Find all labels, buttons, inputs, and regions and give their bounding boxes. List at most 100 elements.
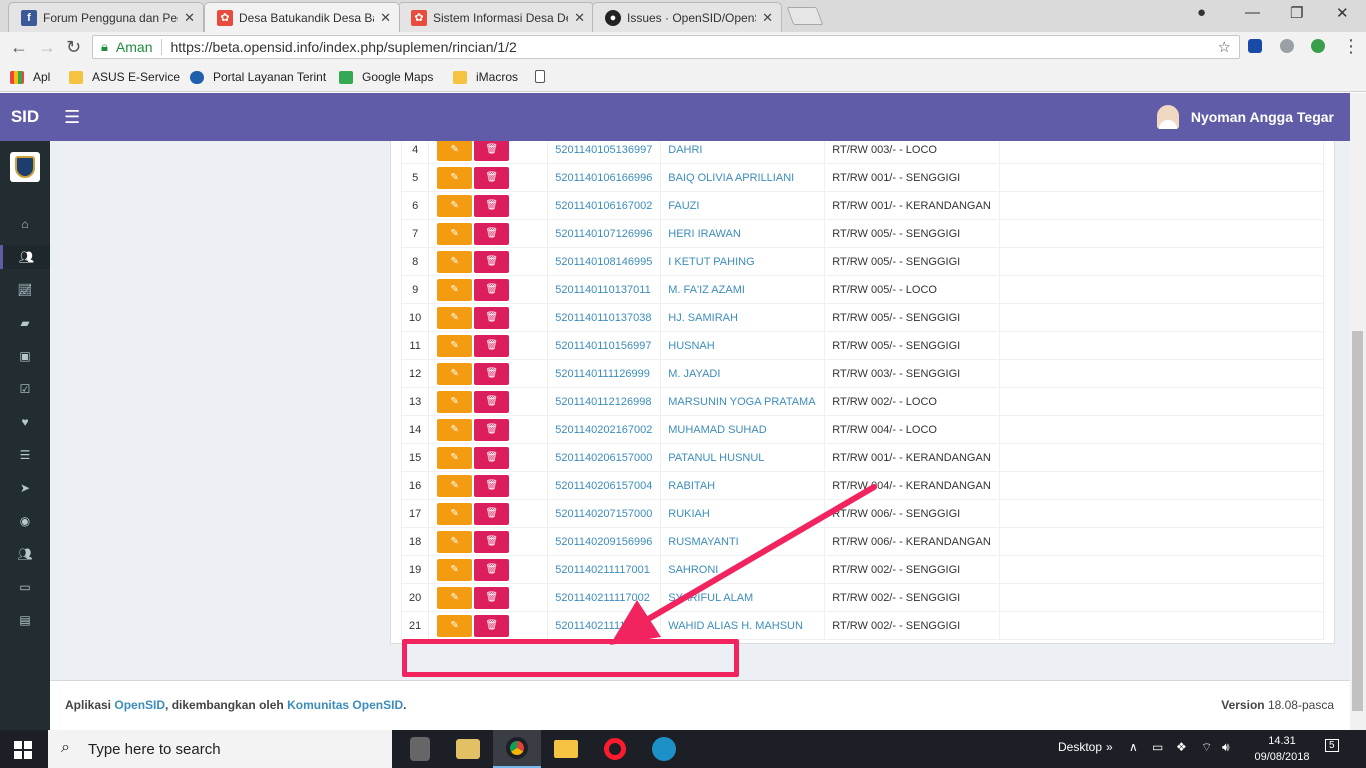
chart-icon[interactable]: 📈︎ — [0, 278, 50, 302]
forward-icon[interactable]: → — [38, 37, 56, 57]
chevron-icon[interactable]: » — [1106, 740, 1113, 754]
nik-link[interactable]: 5201140112126998 — [547, 387, 662, 416]
bookmark-imacros[interactable]: iMacros — [453, 70, 518, 84]
minimize-icon[interactable]: — — [1245, 4, 1260, 21]
edit-button[interactable]: ✎ — [437, 334, 473, 357]
nik-link[interactable]: 5201140211117001 — [547, 555, 662, 584]
desktop-toolbar-label[interactable]: Desktop — [1058, 740, 1102, 754]
delete-button[interactable]: 🗑︎ — [474, 446, 510, 469]
url-input[interactable]: 🔒︎ Aman https://beta.opensid.info/index.… — [92, 35, 1240, 59]
edit-button[interactable]: ✎ — [437, 418, 473, 441]
nik-link[interactable]: 5201140106167002 — [547, 191, 662, 220]
home-icon[interactable]: ⌂ — [0, 212, 50, 236]
name-link[interactable]: DAHRI — [660, 141, 826, 164]
nik-link[interactable]: 5201140211117003 — [547, 611, 662, 640]
back-icon[interactable]: ← — [10, 37, 28, 57]
nik-link[interactable]: 5201140202167002 — [547, 415, 662, 444]
delete-button[interactable]: 🗑︎ — [474, 141, 510, 161]
maximize-icon[interactable]: ❐ — [1290, 4, 1303, 22]
opensid-link[interactable]: OpenSID — [114, 698, 165, 712]
name-link[interactable]: BAIQ OLIVIA APRILLIANI — [660, 163, 826, 192]
edit-button[interactable]: ✎ — [437, 250, 473, 273]
name-link[interactable]: RUSMAYANTI — [660, 527, 826, 556]
delete-button[interactable]: 🗑︎ — [474, 166, 510, 189]
delete-button[interactable]: 🗑︎ — [474, 222, 510, 245]
archive-icon[interactable]: ▣ — [0, 344, 50, 368]
nik-link[interactable]: 5201140110137011 — [547, 275, 662, 304]
edit-button[interactable]: ✎ — [437, 390, 473, 413]
battery-icon[interactable]: ▭ — [1152, 740, 1163, 754]
delete-button[interactable]: 🗑︎ — [474, 558, 510, 581]
edit-button[interactable]: ✎ — [437, 446, 473, 469]
taskbar-search-input[interactable]: ⌕ Type here to search — [48, 730, 392, 768]
taskbar-app-network[interactable] — [640, 730, 688, 768]
tab-forum[interactable]: f Forum Pengguna dan Peg ✕ — [8, 2, 204, 32]
delete-button[interactable]: 🗑︎ — [474, 362, 510, 385]
nik-link[interactable]: 5201140106166996 — [547, 163, 662, 192]
inbox-icon[interactable]: ▤ — [0, 608, 50, 632]
edit-button[interactable]: ✎ — [437, 614, 473, 637]
signpost-icon[interactable]: ☰ — [0, 443, 50, 467]
taskbar-app-chrome[interactable] — [493, 730, 541, 768]
users-icon[interactable]: 👥︎ — [0, 245, 50, 269]
reload-icon[interactable]: ↻ — [66, 37, 81, 57]
name-link[interactable]: FAUZI — [660, 191, 826, 220]
nik-link[interactable]: 5201140207157000 — [547, 499, 662, 528]
name-link[interactable]: HERI IRAWAN — [660, 219, 826, 248]
profile-icon[interactable]: ● — [1197, 4, 1206, 21]
tab-github-issues[interactable]: ● Issues · OpenSID/OpenSI ✕ — [592, 2, 782, 32]
edit-button[interactable]: ✎ — [437, 278, 473, 301]
taskbar-app-file-explorer[interactable] — [542, 730, 590, 768]
nik-link[interactable]: 5201140206157000 — [547, 443, 662, 472]
notification-icon[interactable]: 5 — [1325, 739, 1339, 752]
delete-button[interactable]: 🗑︎ — [474, 194, 510, 217]
name-link[interactable]: M. FA'IZ AZAMI — [660, 275, 826, 304]
nik-link[interactable]: 5201140209156996 — [547, 527, 662, 556]
nik-link[interactable]: 5201140107126996 — [547, 219, 662, 248]
delete-button[interactable]: 🗑︎ — [474, 530, 510, 553]
edit-button[interactable]: ✎ — [437, 194, 473, 217]
taskbar-app-explorer-image[interactable] — [444, 730, 492, 768]
taskbar-app-opera[interactable] — [591, 730, 639, 768]
new-tab-button[interactable] — [786, 7, 824, 25]
scrollbar-thumb[interactable] — [1352, 331, 1363, 711]
name-link[interactable]: SYARIFUL ALAM — [660, 583, 826, 612]
close-icon[interactable]: ✕ — [184, 10, 195, 26]
user-menu[interactable]: Nyoman Angga Tegar — [1156, 105, 1334, 129]
globe-icon[interactable]: ◉ — [0, 509, 50, 533]
bookmark-apps[interactable]: Apl — [10, 70, 50, 84]
edit-button[interactable]: ✎ — [437, 586, 473, 609]
close-icon[interactable]: ✕ — [762, 10, 773, 26]
edit-button[interactable]: ✎ — [437, 558, 473, 581]
nik-link[interactable]: 5201140110137038 — [547, 303, 662, 332]
name-link[interactable]: MUHAMAD SUHAD — [660, 415, 826, 444]
nik-link[interactable]: 5201140211117002 — [547, 583, 662, 612]
delete-button[interactable]: 🗑︎ — [474, 334, 510, 357]
bookmark-page[interactable] — [535, 70, 554, 83]
desktop-icon[interactable]: ▭ — [0, 575, 50, 599]
edit-button[interactable]: ✎ — [437, 474, 473, 497]
edit-button[interactable]: ✎ — [437, 530, 473, 553]
bookmark-star-icon[interactable]: ☆ — [1218, 38, 1231, 56]
taskbar-clock[interactable]: 14.31 09/08/2018 — [1252, 733, 1312, 765]
tab-desa-batukandik[interactable]: ✿ Desa Batukandik Desa Ba ✕ — [204, 2, 400, 32]
name-link[interactable]: RABITAH — [660, 471, 826, 500]
checkbox-icon[interactable]: ☑ — [0, 377, 50, 401]
name-link[interactable]: HUSNAH — [660, 331, 826, 360]
delete-button[interactable]: 🗑︎ — [474, 418, 510, 441]
menu-dots-icon[interactable]: ⋮ — [1342, 36, 1360, 56]
bookmark-portal[interactable]: Portal Layanan Terint — [190, 70, 326, 84]
bookmark-extension-icon[interactable] — [1248, 39, 1262, 53]
edit-button[interactable]: ✎ — [437, 166, 473, 189]
delete-button[interactable]: 🗑︎ — [474, 390, 510, 413]
send-icon[interactable]: ➤ — [0, 476, 50, 500]
delete-button[interactable]: 🗑︎ — [474, 250, 510, 273]
heart-icon[interactable]: ♥ — [0, 410, 50, 434]
bookmark-asus[interactable]: ASUS E-Service — [69, 70, 180, 84]
edit-button[interactable]: ✎ — [437, 502, 473, 525]
tab-sistem-informasi[interactable]: ✿ Sistem Informasi Desa De ✕ — [398, 2, 594, 32]
windows-start-icon[interactable] — [14, 741, 32, 759]
name-link[interactable]: MARSUNIN YOGA PRATAMA — [660, 387, 826, 416]
delete-button[interactable]: 🗑︎ — [474, 278, 510, 301]
page-scrollbar[interactable] — [1350, 93, 1366, 730]
